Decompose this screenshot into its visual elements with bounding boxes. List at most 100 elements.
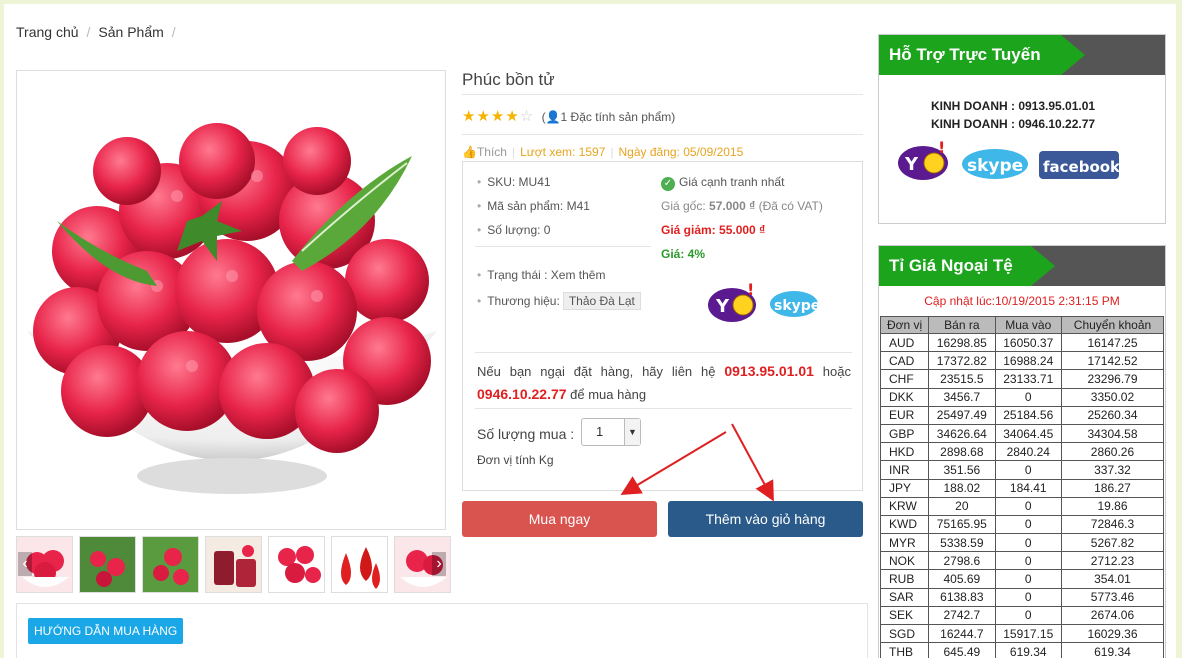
brand-tag[interactable]: Thảo Đà Lạt: [562, 292, 641, 310]
table-cell: 16147.25: [1060, 332, 1165, 353]
product-title: Phúc bồn tử: [462, 70, 555, 89]
table-cell: 23133.71: [994, 369, 1062, 389]
table-cell: 0: [994, 387, 1062, 407]
table-cell: 17142.52: [1060, 351, 1165, 371]
divider: [462, 134, 863, 135]
table-cell: THB: [879, 642, 930, 658]
breadcrumb-products[interactable]: Sản Phẩm: [98, 24, 163, 40]
table-cell: 2840.24: [994, 442, 1062, 462]
table-row: THB 645.49 619.34 619.34: [879, 642, 1165, 658]
add-to-cart-button[interactable]: Thêm vào giỏ hàng: [668, 501, 863, 537]
support-phone-line: KINH DOANH : 0946.10.22.77: [931, 117, 1096, 131]
table-cell: 2742.7: [928, 605, 996, 626]
post-date: Ngày đăng: 05/09/2015: [618, 145, 744, 159]
thumbnail[interactable]: [142, 536, 199, 593]
phone-number[interactable]: 0913.95.01.01: [724, 363, 814, 379]
thumbnail[interactable]: [331, 536, 388, 593]
quantity-select[interactable]: 1 ▼: [581, 418, 641, 446]
unit-label: Đơn vị tính Kg: [477, 453, 554, 467]
table-cell: 184.41: [994, 478, 1062, 498]
skype-icon[interactable]: skype: [769, 289, 819, 319]
update-time: Cập nhật lúc:10/19/2015 2:31:15 PM: [924, 294, 1120, 308]
table-cell: 351.56: [928, 460, 996, 480]
rating-stars[interactable]: ★★★★☆: [462, 108, 534, 125]
product-main-image[interactable]: [16, 70, 446, 530]
table-row: INR 351.56 0 337.32: [879, 460, 1165, 480]
table-cell: 0: [994, 569, 1062, 589]
table-cell: RUB: [879, 569, 930, 589]
thumbnail[interactable]: [205, 536, 262, 593]
raspberry-bowl-image: [27, 123, 437, 494]
table-cell: 17372.82: [928, 351, 996, 371]
sku: • SKU: MU41: [477, 175, 551, 189]
check-icon: ✓: [661, 177, 675, 191]
table-cell: KWD: [879, 514, 930, 535]
table-cell: 15917.15: [994, 623, 1062, 644]
thumbnail[interactable]: [268, 536, 325, 593]
divider: [475, 408, 852, 409]
table-cell: MYR: [879, 533, 930, 553]
table-cell: 2674.06: [1060, 605, 1165, 626]
svg-text:facebook: facebook: [1043, 158, 1119, 176]
table-cell: 2898.68: [928, 442, 996, 462]
table-row: HKD 2898.68 2840.24 2860.26: [879, 442, 1165, 462]
page: Trang chủ / Sản Phẩm / ‹ › Phúc bồn tử ★…: [4, 4, 1176, 658]
yahoo-messenger-icon[interactable]: Y !: [897, 141, 949, 181]
svg-text:!: !: [938, 141, 945, 157]
facebook-icon[interactable]: facebook: [1039, 149, 1119, 181]
brand: • Thương hiệu: Thảo Đà Lạt: [477, 292, 641, 310]
yahoo-messenger-icon[interactable]: Y !: [707, 283, 757, 323]
table-cell: 0: [994, 514, 1062, 535]
thumbnail-strip: ‹ ›: [16, 536, 451, 594]
support-phone-line: KINH DOANH : 0913.95.01.01: [931, 99, 1096, 113]
divider: [475, 246, 651, 247]
guide-section: HƯỚNG DẪN MUA HÀNG: [16, 603, 868, 658]
table-cell: 25184.56: [994, 405, 1062, 425]
table-cell: 16988.24: [994, 351, 1062, 371]
thumbnail[interactable]: [79, 536, 136, 593]
table-cell: 34064.45: [994, 423, 1062, 444]
exchange-panel-header: Tỉ Giá Ngoại Tệ: [879, 246, 1165, 286]
svg-text:!: !: [747, 283, 754, 299]
table-cell: DKK: [879, 387, 930, 407]
table-cell: 20: [928, 496, 996, 516]
table-cell: 5267.82: [1060, 533, 1165, 553]
table-cell: CHF: [879, 369, 930, 389]
quantity-label: Số lượng mua :: [477, 426, 575, 442]
table-cell: 5338.59: [928, 533, 996, 553]
buy-now-button[interactable]: Mua ngay: [462, 501, 657, 537]
exchange-title: Tỉ Giá Ngoại Tệ: [879, 246, 1031, 286]
table-cell: 619.34: [1060, 642, 1165, 658]
table-row: SAR 6138.83 0 5773.46: [879, 587, 1165, 607]
table-row: DKK 3456.7 0 3350.02: [879, 387, 1165, 407]
table-row: RUB 405.69 0 354.01: [879, 569, 1165, 589]
table-row: GBP 34626.64 34064.45 34304.58: [879, 423, 1165, 444]
table-cell: KRW: [879, 496, 930, 516]
divider: [475, 352, 852, 353]
thumbnail-next-arrow[interactable]: ›: [432, 552, 446, 576]
table-cell: 34626.64: [928, 423, 996, 444]
breadcrumb-home[interactable]: Trang chủ: [16, 24, 79, 40]
like-button[interactable]: 👍Thích: [462, 145, 507, 159]
table-cell: 16050.37: [994, 332, 1062, 353]
table-row: SEK 2742.7 0 2674.06: [879, 605, 1165, 626]
table-cell: SEK: [879, 605, 930, 626]
phone-number[interactable]: 0946.10.22.77: [477, 386, 567, 402]
table-cell: 2860.26: [1060, 442, 1165, 462]
chevron-down-icon: ▼: [624, 419, 640, 445]
view-count: Lượt xem: 1597: [520, 145, 606, 159]
table-cell: 2798.6: [928, 551, 996, 571]
table-cell: GBP: [879, 423, 930, 444]
skype-icon[interactable]: skype: [961, 147, 1029, 181]
table-cell: 405.69: [928, 569, 996, 589]
svg-text:Y: Y: [715, 296, 730, 317]
sale-price: Giá giảm: 55.000 ₫: [661, 223, 766, 237]
table-cell: 72846.3: [1060, 514, 1165, 535]
table-cell: 34304.58: [1060, 423, 1165, 444]
thumbnail-prev-arrow[interactable]: ‹: [18, 552, 32, 576]
rating-text[interactable]: 1 Đặc tính sản phẩm: [561, 110, 672, 124]
buying-guide-tab[interactable]: HƯỚNG DẪN MUA HÀNG: [28, 618, 184, 644]
table-cell: NOK: [879, 551, 930, 571]
thumbs-up-icon: 👍: [462, 145, 477, 159]
table-cell: 25260.34: [1060, 405, 1165, 425]
